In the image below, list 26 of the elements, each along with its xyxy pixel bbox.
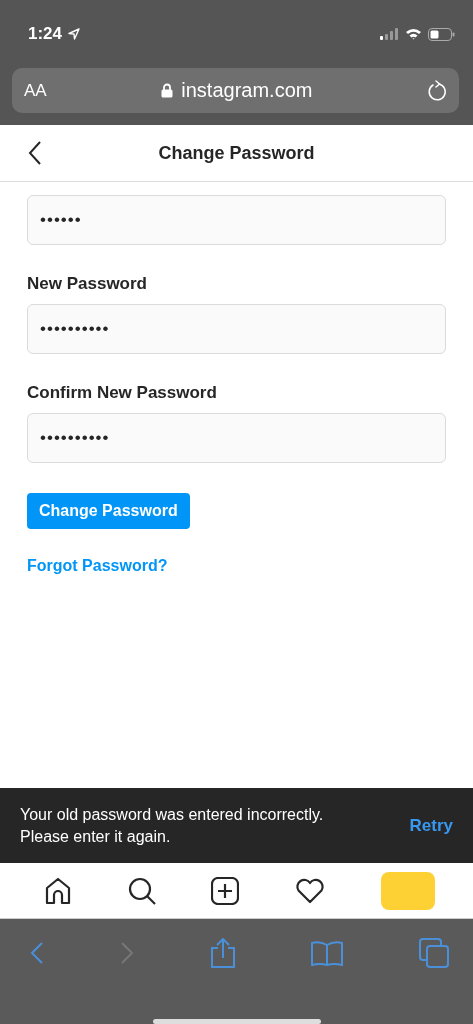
- field-label: Confirm New Password: [27, 383, 218, 403]
- lock-icon: [161, 83, 174, 98]
- heart-icon[interactable]: [295, 877, 326, 904]
- change-password-button[interactable]: Change Password: [27, 493, 190, 529]
- field-label: New Password: [27, 274, 148, 294]
- location-arrow-icon: [68, 28, 81, 40]
- search-icon[interactable]: [127, 876, 156, 905]
- retry-button[interactable]: Retry: [409, 815, 453, 836]
- forgot-password-link[interactable]: Forgot Password?: [27, 557, 168, 575]
- signal-icon: [380, 28, 399, 40]
- address-bar[interactable]: AA instagram.com: [12, 68, 459, 113]
- text-size-button[interactable]: AA: [24, 80, 47, 101]
- home-icon[interactable]: [43, 876, 72, 905]
- password-field[interactable]: ••••••••••: [27, 304, 446, 354]
- error-message: Your old password was entered incorrectly. Please enter it again.: [20, 804, 325, 847]
- password-field[interactable]: ••••••••••: [27, 413, 446, 463]
- battery-icon: [428, 27, 455, 41]
- password-field[interactable]: ••••••: [27, 195, 446, 245]
- redaction-mark: [381, 871, 436, 910]
- add-icon[interactable]: [211, 876, 240, 905]
- reload-icon[interactable]: [427, 79, 447, 102]
- page-title: Change Password: [158, 142, 315, 164]
- clock-time: 1:24: [28, 24, 63, 44]
- back-icon[interactable]: [28, 141, 42, 165]
- url-text: instagram.com: [181, 79, 313, 102]
- wifi-icon: [405, 28, 422, 40]
